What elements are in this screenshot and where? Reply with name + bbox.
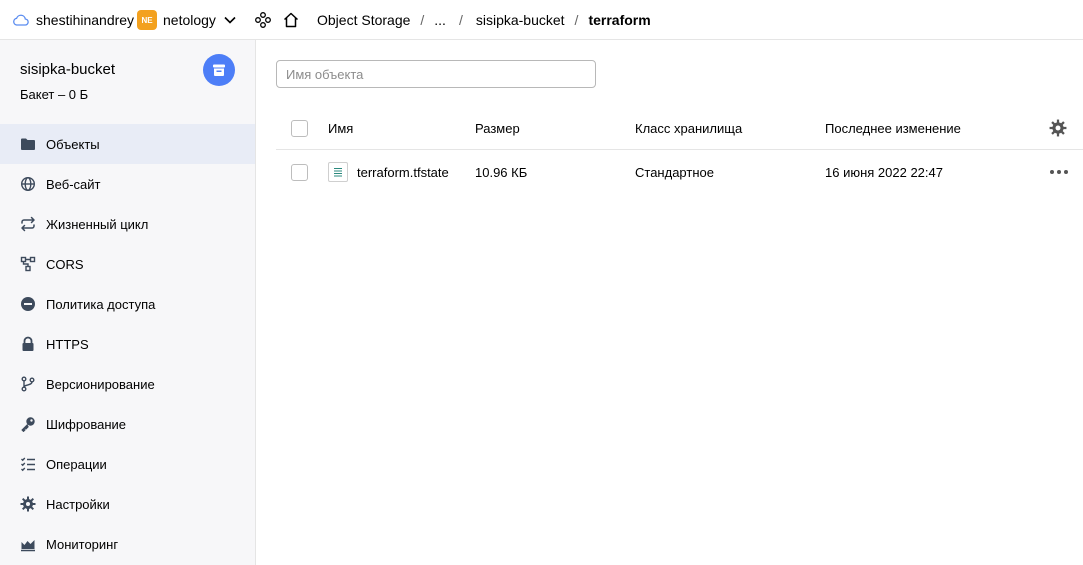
sidebar-item-monitoring[interactable]: Мониторинг [0,524,255,564]
branch-icon [20,376,36,392]
gear-icon[interactable] [1049,106,1067,150]
sidebar-item-label: Настройки [46,496,110,512]
services-icon[interactable] [254,0,272,40]
sidebar: sisipka-bucket Бакет – 0 Б Объекты Веб-с… [0,40,256,565]
breadcrumb-separator: / [458,12,463,28]
file-icon [328,162,348,182]
sidebar-item-label: Политика доступа [46,296,156,312]
cloud-icon [12,14,29,26]
sidebar-item-label: Жизненный цикл [46,216,149,232]
table-row[interactable]: terraform.tfstate 10.96 КБ Стандартное 1… [276,150,1083,194]
breadcrumb-separator: / [420,12,425,28]
sidebar-item-label: Шифрование [46,416,126,432]
key-icon [20,416,36,432]
file-modified: 16 июня 2022 22:47 [825,164,943,180]
bucket-icon [211,62,227,78]
folder-icon [20,136,36,152]
sidebar-item-objects[interactable]: Объекты [0,124,255,164]
sidebar-item-lifecycle[interactable]: Жизненный цикл [0,204,255,244]
column-name[interactable]: Имя [328,106,353,150]
more-actions-icon[interactable] [1049,150,1069,194]
file-name-cell[interactable]: terraform.tfstate [328,150,449,194]
org-badge: NE [137,10,157,30]
sidebar-item-website[interactable]: Веб-сайт [0,164,255,204]
column-modified[interactable]: Последнее изменение [825,106,961,150]
sidebar-item-versioning[interactable]: Версионирование [0,364,255,404]
table-header: Имя Размер Класс хранилища Последнее изм… [276,106,1083,150]
chart-icon [20,536,36,552]
file-name[interactable]: terraform.tfstate [357,165,449,180]
org-name: netology [163,12,216,28]
column-size[interactable]: Размер [475,106,520,150]
sidebar-item-https[interactable]: HTTPS [0,324,255,364]
gear-icon [20,496,36,512]
top-bar: shestihinandrey NE netology Object Stora… [0,0,1083,40]
sidebar-item-encryption[interactable]: Шифрование [0,404,255,444]
org-switcher[interactable]: NE netology [137,0,236,40]
search-input[interactable] [276,60,596,88]
column-storage-class[interactable]: Класс хранилища [635,106,742,150]
no-entry-icon [20,296,36,312]
sidebar-item-label: CORS [46,256,84,272]
sidebar-item-access-policy[interactable]: Политика доступа [0,284,255,324]
sidebar-item-label: Операции [46,456,107,472]
sidebar-item-label: Объекты [46,136,100,152]
sidebar-item-cors[interactable]: CORS [0,244,255,284]
breadcrumb-bucket[interactable]: sisipka-bucket [476,12,565,28]
home-icon[interactable] [282,0,300,40]
file-size: 10.96 КБ [475,164,528,180]
bucket-info: Бакет – 0 Б [20,87,89,102]
row-checkbox[interactable] [291,150,308,194]
sidebar-item-label: Версионирование [46,376,155,392]
file-storage-class: Стандартное [635,164,714,180]
bucket-button[interactable] [203,54,235,86]
globe-icon [20,176,36,192]
account-name: shestihinandrey [36,12,135,28]
select-all-checkbox[interactable] [291,106,308,150]
cors-icon [20,256,36,272]
account-switcher[interactable]: shestihinandrey [12,0,134,40]
bucket-name: sisipka-bucket [20,61,116,78]
breadcrumb-separator: / [574,12,579,28]
chevron-down-icon [224,16,236,24]
breadcrumb-ellipsis[interactable]: ... [434,12,446,28]
sidebar-item-label: Мониторинг [46,536,119,552]
checklist-icon [20,456,36,472]
sidebar-item-label: Веб-сайт [46,176,101,192]
breadcrumb-current: terraform [588,12,651,28]
sidebar-item-label: HTTPS [46,336,89,352]
lock-icon [20,336,36,352]
breadcrumb: Object Storage / ... / sisipka-bucket / … [317,0,651,40]
sidebar-item-settings[interactable]: Настройки [0,484,255,524]
sidebar-item-operations[interactable]: Операции [0,444,255,484]
cycle-icon [20,216,36,232]
breadcrumb-object-storage[interactable]: Object Storage [317,12,410,28]
